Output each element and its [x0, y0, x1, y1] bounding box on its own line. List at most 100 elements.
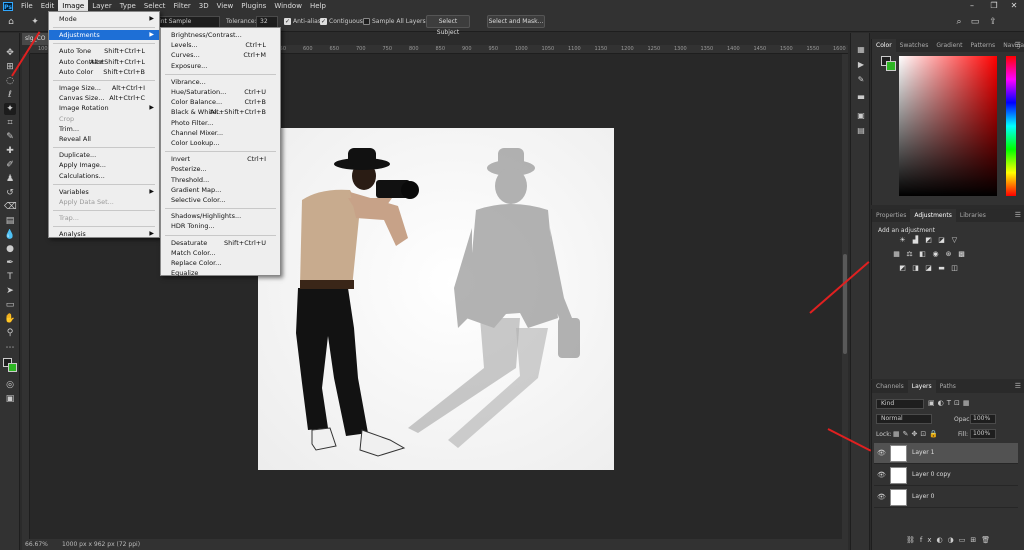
healing-tool-icon[interactable]: ✚ [4, 145, 16, 157]
menu-view[interactable]: View [213, 0, 238, 12]
maximize-button[interactable]: ❐ [984, 0, 1004, 12]
panel-menu-icon[interactable]: ☰ [1015, 211, 1021, 219]
posterize-icon[interactable]: ◨ [911, 264, 920, 273]
layer-filter-icons[interactable]: ▣◐T⊡▦ [928, 399, 972, 407]
visibility-eye-icon[interactable]: 👁 [877, 449, 886, 457]
select-subject-button[interactable]: Select Subject [426, 15, 470, 36]
search-icon[interactable]: ⌕ [954, 17, 964, 27]
menu-item-channel-mixer[interactable]: Channel Mixer... [161, 128, 280, 138]
quick-mask-icon[interactable]: ◎ [4, 379, 16, 391]
photoshop-logo-icon[interactable]: Ps [3, 1, 13, 11]
crop-tool-icon[interactable]: ⌗ [4, 117, 16, 129]
tab-swatches[interactable]: Swatches [896, 39, 933, 52]
tab-properties[interactable]: Properties [872, 209, 910, 222]
menu-item-posterize[interactable]: Posterize... [161, 164, 280, 174]
menu-item-gradient-map[interactable]: Gradient Map... [161, 185, 280, 195]
invert-icon[interactable]: ◩ [898, 264, 907, 273]
menu-item-calculations[interactable]: Calculations... [49, 171, 159, 181]
menu-item-canvas-size[interactable]: Canvas Size... Alt+Ctrl+C [49, 93, 159, 103]
menu-item-mode[interactable]: Mode ▶ [49, 14, 159, 24]
type-tool-icon[interactable]: T [4, 271, 16, 283]
zoom-tool-icon[interactable]: ⚲ [4, 327, 16, 339]
menu-item-apply-image[interactable]: Apply Image... [49, 160, 159, 170]
fill-input[interactable]: 100% [970, 429, 996, 439]
tab-gradient[interactable]: Gradient [932, 39, 966, 52]
menu-item-color-balance[interactable]: Color Balance... Ctrl+B [161, 97, 280, 107]
eyedropper-tool-icon[interactable]: ✎ [4, 131, 16, 143]
color-picker-field[interactable] [899, 56, 997, 196]
tab-layers[interactable]: Layers [907, 380, 936, 393]
menu-file[interactable]: File [17, 0, 37, 12]
menu-item-hue-saturation[interactable]: Hue/Saturation... Ctrl+U [161, 87, 280, 97]
panel-menu-icon[interactable]: ☰ [1015, 382, 1021, 390]
tab-paths[interactable]: Paths [936, 380, 960, 393]
path-selection-icon[interactable]: ➤ [4, 285, 16, 297]
marquee-tool-icon[interactable]: ◌ [4, 75, 16, 87]
magic-wand-tool-icon[interactable]: ✦ [30, 17, 40, 27]
menu-item-variables[interactable]: Variables ▶ [49, 187, 159, 197]
contiguous-checkbox[interactable]: ✓ [320, 18, 327, 25]
tab-adjustments[interactable]: Adjustments [910, 209, 956, 222]
document-image[interactable] [258, 128, 614, 470]
brightness-contrast-icon[interactable]: ☀ [898, 236, 907, 245]
menu-plugins[interactable]: Plugins [237, 0, 270, 12]
minimize-button[interactable]: – [962, 0, 982, 12]
stamp-tool-icon[interactable]: ♟ [4, 173, 16, 185]
channel-mixer-icon[interactable]: ⊛ [944, 250, 953, 259]
lock-icons[interactable]: ▦✎✥⊡🔒 [893, 430, 941, 438]
history-panel-icon[interactable]: ▦ [856, 45, 866, 55]
menu-item-auto-contrast[interactable]: Auto Contrast Alt+Shift+Ctrl+L [49, 57, 159, 67]
menu-item-shadows-highlights[interactable]: Shadows/Highlights... [161, 211, 280, 221]
paragraph-panel-icon[interactable]: ▤ [856, 126, 866, 136]
menu-item-auto-color[interactable]: Auto Color Shift+Ctrl+B [49, 67, 159, 77]
tab-patterns[interactable]: Patterns [966, 39, 999, 52]
share-icon[interactable]: ⇪ [988, 17, 998, 27]
menu-item-replace-color[interactable]: Replace Color... [161, 258, 280, 268]
zoom-level[interactable]: 66.67% [25, 541, 48, 548]
select-and-mask-button[interactable]: Select and Mask... [487, 15, 545, 28]
eraser-tool-icon[interactable]: ⌫ [4, 201, 17, 213]
document-info[interactable]: 1000 px x 962 px (72 ppi) [62, 541, 140, 548]
menu-filter[interactable]: Filter [169, 0, 194, 12]
home-icon[interactable]: ⌂ [6, 17, 16, 27]
menu-item-image-size[interactable]: Image Size... Alt+Ctrl+I [49, 83, 159, 93]
close-window-button[interactable]: ✕ [1004, 0, 1024, 12]
brush-settings-icon[interactable]: ✎ [856, 75, 866, 85]
history-brush-icon[interactable]: ↺ [4, 187, 16, 199]
magic-wand-icon[interactable]: ✦ [4, 103, 16, 115]
menu-item-adjustments[interactable]: Adjustments ▶ [49, 30, 159, 41]
tab-color[interactable]: Color [872, 39, 896, 52]
menu-item-match-color[interactable]: Match Color... [161, 248, 280, 258]
exposure-icon[interactable]: ◪ [937, 236, 946, 245]
blur-tool-icon[interactable]: 💧 [4, 229, 16, 241]
vertical-scrollbar[interactable] [842, 54, 848, 539]
gradient-map-icon[interactable]: ▬ [937, 264, 946, 273]
black-white-icon[interactable]: ◧ [918, 250, 927, 259]
menu-3d[interactable]: 3D [195, 0, 213, 12]
menu-item-levels[interactable]: Levels... Ctrl+L [161, 40, 280, 50]
menu-help[interactable]: Help [306, 0, 330, 12]
layer-filter-kind[interactable]: Kind [876, 399, 924, 409]
menu-item-desaturate[interactable]: Desaturate Shift+Ctrl+U [161, 238, 280, 248]
menu-item-black-white[interactable]: Black & White... Alt+Shift+Ctrl+B [161, 107, 280, 117]
menu-item-duplicate[interactable]: Duplicate... [49, 150, 159, 160]
panel-menu-icon[interactable]: ☰ [1015, 41, 1021, 49]
menu-item-trim[interactable]: Trim... [49, 124, 159, 134]
tab-channels[interactable]: Channels [872, 380, 908, 393]
visibility-eye-icon[interactable]: 👁 [877, 493, 886, 501]
selective-color-icon[interactable]: ◫ [950, 264, 959, 273]
menu-item-brightness-contrast[interactable]: Brightness/Contrast... [161, 30, 280, 40]
screen-mode-icon[interactable]: ▣ [4, 393, 16, 405]
blend-mode-select[interactable]: Normal [876, 414, 932, 424]
hue-slider[interactable] [1006, 56, 1016, 196]
hand-tool-icon[interactable]: ✋ [4, 313, 16, 325]
menu-item-selective-color[interactable]: Selective Color... [161, 195, 280, 205]
lasso-tool-icon[interactable]: ℓ [4, 89, 16, 101]
color-lookup-icon[interactable]: ▩ [957, 250, 966, 259]
menu-item-color-lookup[interactable]: Color Lookup... [161, 138, 280, 148]
dodge-tool-icon[interactable]: ● [4, 243, 16, 255]
curves-icon[interactable]: ◩ [924, 236, 933, 245]
workspace-icon[interactable]: ▭ [970, 17, 980, 27]
menu-item-vibrance[interactable]: Vibrance... [161, 77, 280, 87]
photo-filter-icon[interactable]: ◉ [931, 250, 940, 259]
